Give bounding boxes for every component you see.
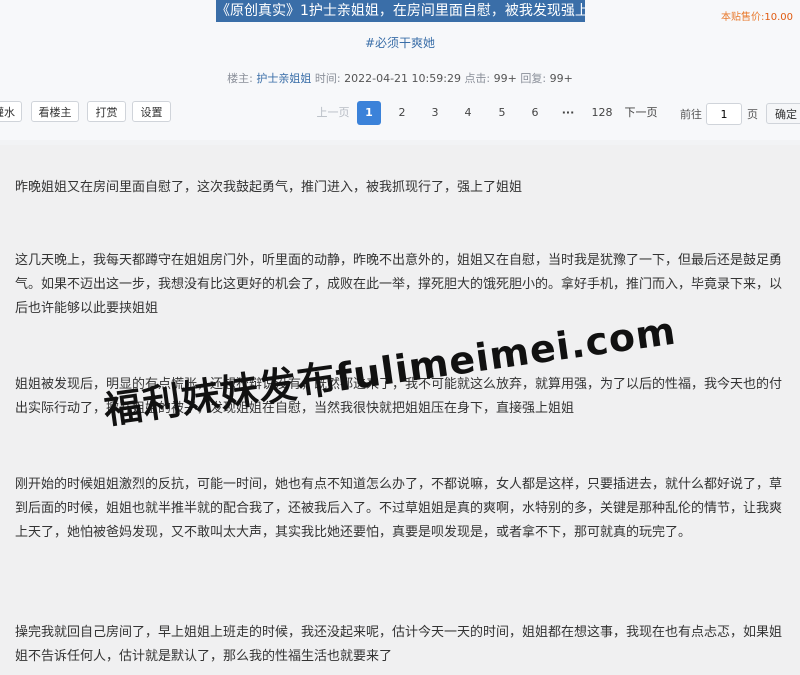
paragraph: 操完我就回自己房间了，早上姐姐上班走的时候，我还没起来呢，估计今天一天的时间，姐… <box>15 625 783 664</box>
replies-value: 99+ <box>549 72 573 85</box>
price-text: 本贴售价: <box>721 12 765 23</box>
topic-tag-label[interactable]: #必须干爽她 <box>365 36 435 50</box>
price-label: 本贴售价:10.00 <box>721 8 793 23</box>
page-button-5[interactable]: 5 <box>490 101 514 125</box>
goto-page-input[interactable] <box>706 103 742 125</box>
replies-label: 回复: <box>520 72 547 85</box>
page-button-4[interactable]: 4 <box>456 101 480 125</box>
page-button-2[interactable]: 2 <box>390 101 414 125</box>
time-value: 2022-04-21 10:59:29 <box>344 72 461 85</box>
clicks-label: 点击: <box>464 72 491 85</box>
page-button-3[interactable]: 3 <box>423 101 447 125</box>
topic-tag[interactable]: #必须干爽她 <box>0 34 800 51</box>
post-header: 《原创真实》1护士亲姐姐，在房间里面自慰，被我发现强上 本贴售价:10.00 #… <box>0 0 800 140</box>
page-button-6[interactable]: 6 <box>523 101 547 125</box>
post-meta: 楼主: 护士亲姐姐 时间: 2022-04-21 10:59:29 点击: 99… <box>0 70 800 86</box>
prev-page-button[interactable]: 上一页 <box>314 101 352 125</box>
post-title: 《原创真实》1护士亲姐姐，在房间里面自慰，被我发现强上 <box>216 0 585 22</box>
next-page-button[interactable]: 下一页 <box>622 101 660 125</box>
more-pages-button[interactable]: ··· <box>556 101 580 125</box>
page-unit-label: 页 <box>747 108 758 121</box>
poster-label: 楼主: <box>227 72 253 85</box>
poster-link[interactable]: 护士亲姐姐 <box>256 72 311 85</box>
clicks-value: 99+ <box>493 72 517 85</box>
goto-confirm-button[interactable]: 确定 <box>766 103 800 124</box>
page-button-1[interactable]: 1 <box>357 101 381 125</box>
paragraph: 刚开始的时候姐姐激烈的反抗，可能一时间，她也有点不知道怎么办了，不都说嘛，女人都… <box>15 477 783 540</box>
goto-label: 前往 <box>680 108 702 121</box>
time-label: 时间: <box>314 72 341 85</box>
paragraph: 昨晚姐姐又在房间里面自慰了，这次我鼓起勇气，推门进入，被我抓现行了，强上了姐姐 <box>15 180 523 195</box>
last-page-button[interactable]: 128 <box>588 101 616 125</box>
price-value: 10.00 <box>764 12 794 23</box>
